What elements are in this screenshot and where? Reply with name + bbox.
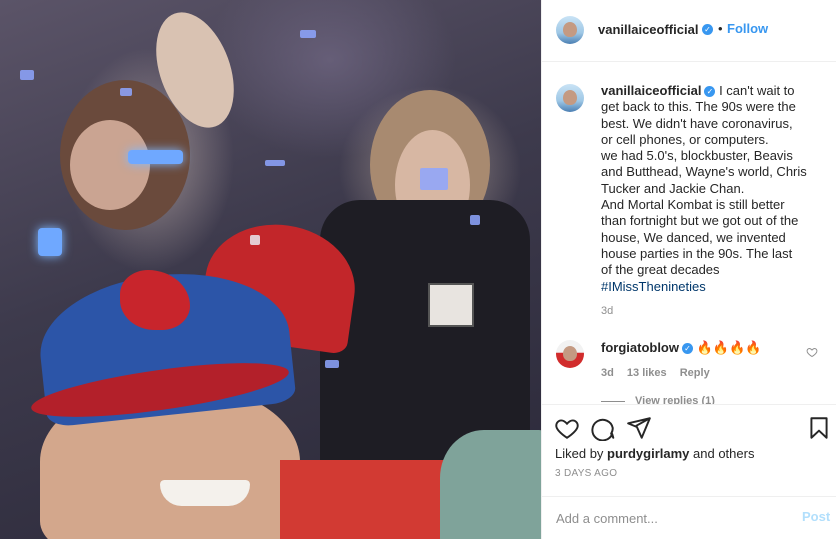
media-black-shirt bbox=[320, 200, 530, 460]
media-lanyard-badge bbox=[428, 283, 474, 327]
post-date[interactable]: 3 DAYS AGO bbox=[555, 468, 617, 479]
comment-avatar[interactable] bbox=[556, 340, 584, 368]
verified-icon: ✓ bbox=[682, 343, 693, 354]
share-icon[interactable] bbox=[626, 415, 652, 441]
caption-line: house parties in the 90s. The last bbox=[601, 245, 793, 261]
comment-likes-count[interactable]: 13 likes bbox=[627, 367, 667, 379]
post-header: vanillaiceofficial ✓ • Follow bbox=[542, 0, 836, 62]
caption-line: than fortnight but we got out of the bbox=[601, 213, 799, 229]
caption-text: vanillaiceofficial ✓ I can't wait to get … bbox=[601, 83, 829, 295]
media-confetti bbox=[470, 215, 480, 225]
follow-button[interactable]: Follow bbox=[727, 21, 768, 36]
post-comment-button[interactable]: Post bbox=[802, 509, 830, 524]
media-confetti bbox=[300, 30, 316, 38]
post-panel: vanillaiceofficial ✓ • Follow vanillaice… bbox=[541, 0, 836, 539]
comment-like-icon[interactable] bbox=[806, 346, 818, 358]
caption-line: best. We didn't have coronavirus, bbox=[601, 115, 793, 131]
media-confetti bbox=[325, 360, 339, 368]
comment-text: 🔥🔥🔥🔥 bbox=[696, 340, 762, 355]
caption-line: get back to this. The 90s were the bbox=[601, 99, 796, 115]
caption-line: or cell phones, or computers. bbox=[601, 131, 769, 147]
caption-timestamp[interactable]: 3d bbox=[601, 305, 613, 317]
caption-line: And Mortal Kombat is still better bbox=[601, 197, 785, 213]
verified-icon: ✓ bbox=[702, 24, 713, 35]
media-crowd-face bbox=[70, 120, 150, 210]
post-author-username[interactable]: vanillaiceofficial bbox=[598, 22, 698, 37]
view-replies-button[interactable]: View replies (1) bbox=[635, 395, 715, 404]
bookmark-icon[interactable] bbox=[806, 415, 832, 441]
caption-line: Tucker and Jackie Chan. bbox=[601, 180, 745, 196]
media-confetti bbox=[120, 88, 132, 96]
media-glow-light bbox=[128, 150, 183, 164]
heart-icon[interactable] bbox=[554, 415, 580, 441]
liked-by-summary: Liked by purdygirlamy and others bbox=[555, 446, 754, 461]
reply-button[interactable]: Reply bbox=[680, 367, 710, 379]
comment-icon[interactable] bbox=[590, 415, 616, 441]
media-glow-light bbox=[38, 228, 62, 256]
add-comment-input[interactable] bbox=[556, 507, 786, 529]
liked-by-user[interactable]: purdygirlamy bbox=[607, 446, 689, 461]
comment-body: forgiatoblow ✓ 🔥🔥🔥🔥 bbox=[601, 340, 761, 356]
caption-line: house, We danced, we invented bbox=[601, 229, 786, 245]
comment-username[interactable]: forgiatoblow bbox=[601, 340, 679, 355]
caption-username[interactable]: vanillaiceofficial bbox=[601, 83, 701, 98]
media-tattoo-arm bbox=[440, 430, 541, 539]
comments-section[interactable]: vanillaiceofficial ✓ I can't wait to get … bbox=[542, 62, 836, 404]
caption-line: and Butthead, Wayne's world, Chris bbox=[601, 164, 807, 180]
media-smile bbox=[160, 480, 250, 506]
hashtag-link[interactable]: #IMissThenineties bbox=[601, 279, 829, 295]
separator-dot: • bbox=[718, 21, 723, 36]
media-confetti bbox=[20, 70, 34, 80]
avatar[interactable] bbox=[556, 16, 584, 44]
add-comment-bar: Post bbox=[542, 496, 836, 539]
view-replies-line bbox=[601, 401, 625, 402]
caption-line: we had 5.0's, blockbuster, Beavis bbox=[601, 148, 793, 164]
comment-timestamp[interactable]: 3d bbox=[601, 367, 614, 379]
post-media[interactable] bbox=[0, 0, 541, 539]
comment-meta: 3d 13 likes Reply bbox=[601, 367, 720, 379]
verified-icon: ✓ bbox=[704, 86, 716, 97]
caption-line: of the great decades bbox=[601, 262, 720, 278]
media-confetti bbox=[420, 168, 448, 190]
action-bar: Liked by purdygirlamy and others 3 DAYS … bbox=[542, 404, 836, 496]
liked-by-prefix: Liked by bbox=[555, 446, 608, 461]
caption-line: I can't wait to bbox=[719, 83, 795, 98]
caption-avatar[interactable] bbox=[556, 84, 584, 112]
liked-by-others[interactable]: and others bbox=[689, 446, 754, 461]
media-confetti bbox=[250, 235, 260, 245]
media-confetti bbox=[265, 160, 285, 166]
